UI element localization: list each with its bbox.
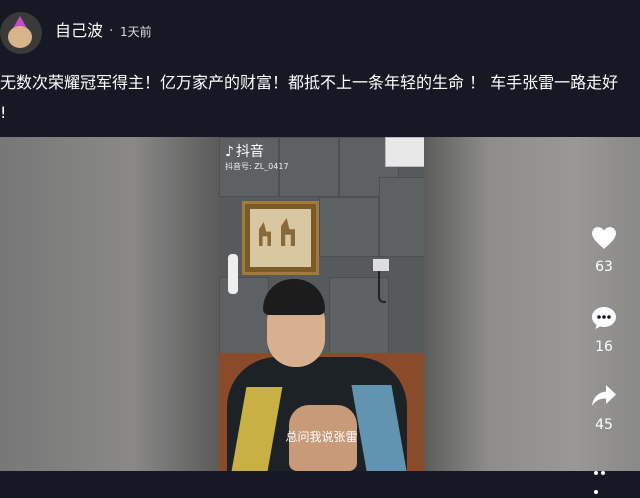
share-count: 45 [595,417,613,433]
thermostat [228,254,238,294]
caption-line-2: ! [0,103,7,122]
share-button[interactable]: 45 [582,384,626,434]
deer-painting [242,201,319,275]
post-caption: 无数次荣耀冠军得主！亿万家产的财富！都抵不上一条年轻的生命 ！ 车手张雷一路走好… [0,68,640,128]
post-time: 1天前 [120,25,152,39]
person-hair [263,279,325,315]
watermark-id: 抖音号: ZL_0417 [225,162,289,171]
air-conditioner [385,137,424,167]
video-player[interactable]: ♪ 抖音 抖音号: ZL_0417 总问我说张雷 [219,137,424,471]
share-arrow-icon [592,385,616,406]
wall-tile [219,277,269,357]
avatar[interactable] [0,12,42,54]
heart-icon [592,227,616,249]
comment-count: 16 [595,339,613,355]
power-cable [378,271,386,303]
video-subtitle: 总问我说张雷 [285,430,358,444]
like-count: 63 [595,259,613,275]
wall-socket [373,259,389,271]
douyin-watermark: ♪ 抖音 [225,143,264,161]
watermark-app-name: 抖音 [235,144,264,160]
post-header: 自己波 · 1天前 无数次荣耀冠军得主！亿万家产的财富！都抵不上一条年轻的生命 … [0,0,640,137]
wall-tile [319,197,379,257]
author-name[interactable]: 自己波 [55,20,103,42]
like-button[interactable]: 63 [582,226,626,276]
avatar-face [8,26,32,48]
caption-line-1: 无数次荣耀冠军得主！亿万家产的财富！都抵不上一条年轻的生命 ！ 车手张雷一路走好 [0,73,619,92]
comment-button[interactable]: 16 [582,306,626,356]
more-options-icon[interactable] [594,460,614,494]
blurred-background-left [0,137,220,471]
douyin-logo-icon: ♪ [225,144,234,160]
separator-dot: · [109,23,114,39]
wall-tile [379,177,424,257]
comment-icon [592,307,616,329]
video-stage[interactable]: ♪ 抖音 抖音号: ZL_0417 总问我说张雷 [0,137,640,471]
